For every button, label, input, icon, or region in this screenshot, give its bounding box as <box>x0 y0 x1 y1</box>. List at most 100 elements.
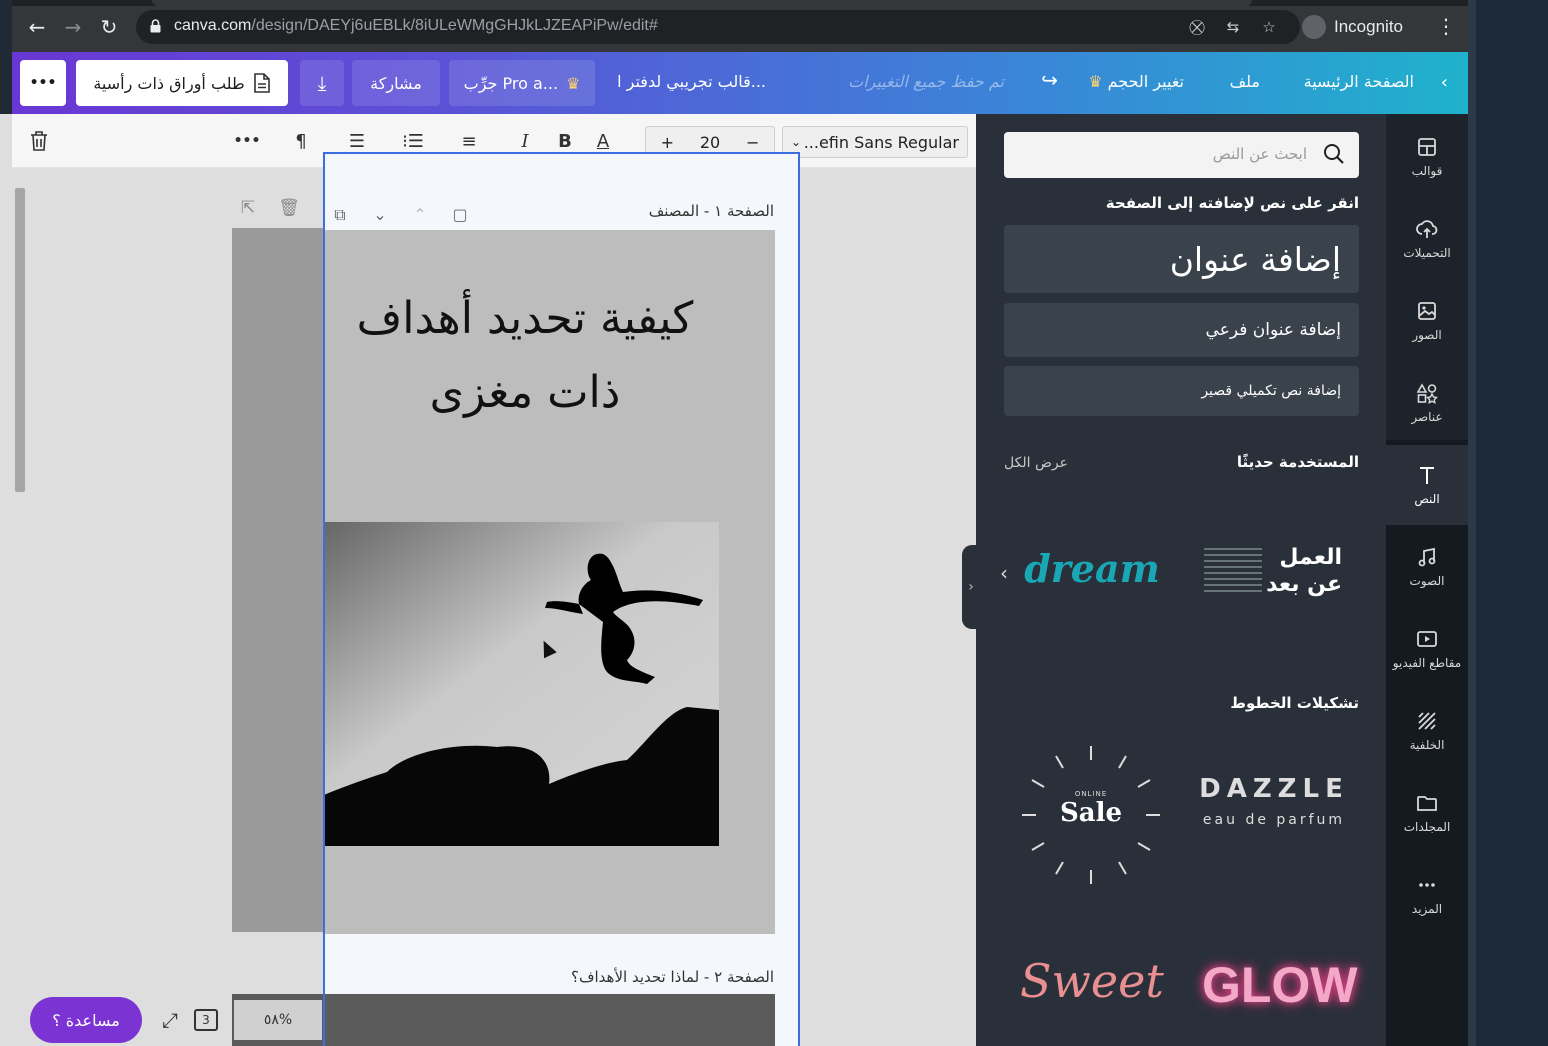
sidebar-item-label: الصوت <box>1409 574 1445 588</box>
font-size-minus[interactable]: − <box>731 133 774 152</box>
forward-icon[interactable]: → <box>60 14 86 40</box>
sidebar-item-label: قوالب <box>1411 164 1443 178</box>
sidebar-item-upload[interactable]: التحميلات <box>1386 199 1468 279</box>
video-icon <box>1417 631 1437 647</box>
audio-icon <box>1418 547 1436 567</box>
remote-work-small-text <box>1204 548 1262 594</box>
duplicate-page-icon[interactable]: ⧉ <box>329 204 351 226</box>
sidebar-item-label: المجلدات <box>1403 820 1451 834</box>
font-family-select[interactable]: ...efin Sans Regular ⌄ <box>782 126 968 158</box>
search-placeholder: ابحث عن النص <box>1212 145 1307 163</box>
more-icon <box>1419 883 1435 887</box>
active-tab[interactable] <box>152 0 1252 6</box>
page-notes-icon[interactable]: ▢ <box>449 204 471 226</box>
file-menu[interactable]: ملف <box>1230 72 1260 91</box>
address-bar[interactable]: canva.com/design/DAEYj6uEBLk/8iULeWMgGHJ… <box>136 10 1300 44</box>
page-1-title[interactable]: كيفية تحديد أهداف ذات مغزى <box>325 282 755 430</box>
fullscreen-icon[interactable]: ⤢ <box>162 1008 178 1032</box>
page-count-button[interactable]: 3 <box>194 1009 218 1031</box>
cookie-blocked-icon[interactable]: ⛒ <box>1188 18 1206 36</box>
desktop-background <box>1468 0 1548 1046</box>
incognito-profile[interactable]: Incognito <box>1302 13 1403 41</box>
design-title[interactable]: قالب تجريبي لدفتر ا... <box>617 72 766 91</box>
search-icon <box>1324 144 1344 164</box>
recent-dream[interactable]: dream <box>1022 546 1162 596</box>
move-down-icon[interactable]: ⌄ <box>369 204 391 226</box>
combo-glow[interactable]: GLOW <box>1202 956 1358 1026</box>
collapse-panel-handle[interactable]: › <box>962 545 980 629</box>
sidebar-item-folder[interactable]: المجلدات <box>1386 773 1468 853</box>
click-hint: انقر على نص لإضافته إلى الصفحة <box>1105 194 1359 212</box>
share-button[interactable]: مشاركة <box>352 60 440 106</box>
delete-page-icon[interactable]: 🗑 <box>277 198 301 222</box>
try-pro-label: جرِّب Pro a... <box>463 73 559 93</box>
sidebar-item-photos[interactable]: الصور <box>1386 281 1468 361</box>
text-search-input[interactable]: ابحث عن النص <box>1004 132 1359 178</box>
help-button[interactable]: مساعدة ؟ <box>30 997 142 1043</box>
sidebar-item-text[interactable]: النص <box>1386 445 1468 525</box>
sidebar-item-label: الصور <box>1412 328 1442 342</box>
delete-icon[interactable] <box>26 126 52 156</box>
share-page-icon[interactable]: ⇱ <box>236 198 260 222</box>
sidebar-item-templates[interactable]: قوالب <box>1386 117 1468 197</box>
toolbar-more-button[interactable]: ••• <box>232 126 262 156</box>
scrollbar-thumb[interactable] <box>15 188 25 492</box>
combo-online-sale[interactable]: ONLINE Sale <box>1020 744 1162 886</box>
lock-icon <box>150 19 161 33</box>
add-body-text-button[interactable]: إضافة نص تكميلي قصير <box>1004 366 1359 416</box>
home-link[interactable]: الصفحة الرئيسية <box>1304 72 1414 91</box>
back-icon[interactable]: ← <box>24 14 50 40</box>
try-pro-button[interactable]: جرِّب Pro a... ♛ <box>449 60 595 106</box>
background-icon <box>1418 712 1436 730</box>
sidebar-item-audio[interactable]: الصوت <box>1386 527 1468 607</box>
font-family-value: ...efin Sans Regular <box>803 132 959 152</box>
more-options-button[interactable]: ••• <box>20 60 66 106</box>
font-size-value[interactable]: 20 <box>689 133 732 152</box>
zoom-value[interactable]: ٥٨% <box>234 1000 322 1040</box>
sidebar-item-label: التحميلات <box>1403 246 1451 260</box>
add-heading-button[interactable]: إضافة عنوان <box>1004 225 1359 293</box>
recent-remote-work[interactable]: العمل عن بعد <box>1200 542 1350 604</box>
page-2-canvas[interactable] <box>325 994 775 1046</box>
browser-menu-icon[interactable]: ⋮ <box>1436 14 1456 38</box>
back-chevron-icon[interactable]: ‹ <box>1441 72 1448 93</box>
elements-icon <box>1416 383 1438 404</box>
sidebar-item-video[interactable]: مقاطع الفيديو <box>1386 609 1468 689</box>
redo-icon[interactable]: ↪ <box>1041 68 1058 92</box>
jumping-person-photo[interactable] <box>325 522 719 846</box>
upload-icon <box>1416 220 1438 238</box>
zoom-controls: ⤢ 3 ٥٨% <box>162 1000 322 1040</box>
combo-dazzle[interactable]: DAZZLE eau de parfum <box>1194 774 1354 844</box>
url-text: canva.com/design/DAEYj6uEBLk/8iULeWMgGHJ… <box>174 17 658 34</box>
move-up-icon[interactable]: ⌃ <box>409 204 431 226</box>
bookmark-star-icon[interactable]: ☆ <box>1260 18 1278 36</box>
page-1-canvas[interactable]: كيفية تحديد أهداف ذات مغزى <box>325 230 775 934</box>
carousel-left-chevron-icon[interactable]: ‹ <box>1000 561 1008 585</box>
sidebar-item-label: عناصر <box>1411 410 1443 424</box>
reload-icon[interactable]: ↻ <box>96 14 122 40</box>
crown-icon: ♛ <box>1088 72 1103 91</box>
print-order-button[interactable]: طلب أوراق ذات رأسية <box>76 60 288 106</box>
save-status: تم حفظ جميع التغييرات <box>848 72 1004 91</box>
resize-label: تغيير الحجم <box>1107 72 1184 91</box>
sidebar-item-elements[interactable]: عناصر <box>1386 363 1468 443</box>
combo-sweet[interactable]: Sweet <box>1020 954 1164 1024</box>
translate-icon[interactable]: ⇆ <box>1224 18 1242 36</box>
sidebar-item-background[interactable]: الخلفية <box>1386 691 1468 771</box>
editor-header: ‹ الصفحة الرئيسية ملف ♛ تغيير الحجم ↪ تم… <box>12 52 1468 114</box>
sidebar-item-more[interactable]: المزيد <box>1386 855 1468 935</box>
view-all-link[interactable]: عرض الكل <box>1004 455 1068 471</box>
incognito-label: Incognito <box>1334 17 1403 36</box>
download-icon[interactable]: ⤓ <box>300 60 344 106</box>
screen: ← → ↻ canva.com/design/DAEYj6uEBLk/8iULe… <box>0 0 1548 1046</box>
add-subheading-button[interactable]: إضافة عنوان فرعي <box>1004 303 1359 357</box>
dazzle-subtext: eau de parfum <box>1202 812 1346 828</box>
sidebar-item-label: المزيد <box>1411 902 1443 916</box>
resize-button[interactable]: ♛ تغيير الحجم <box>1082 72 1184 91</box>
browser-toolbar: ← → ↻ canva.com/design/DAEYj6uEBLk/8iULe… <box>12 0 1468 52</box>
text-direction-icon[interactable]: ¶ <box>288 126 314 156</box>
pages-scroll-view[interactable]: الصفحة ١ - المصنف ⧉ ⌄ ⌃ ▢ كيفية تحديد أه… <box>323 152 800 1046</box>
font-size-plus[interactable]: + <box>646 133 689 152</box>
canvas-scrollbar[interactable] <box>12 170 28 1046</box>
text-icon <box>1420 467 1434 484</box>
